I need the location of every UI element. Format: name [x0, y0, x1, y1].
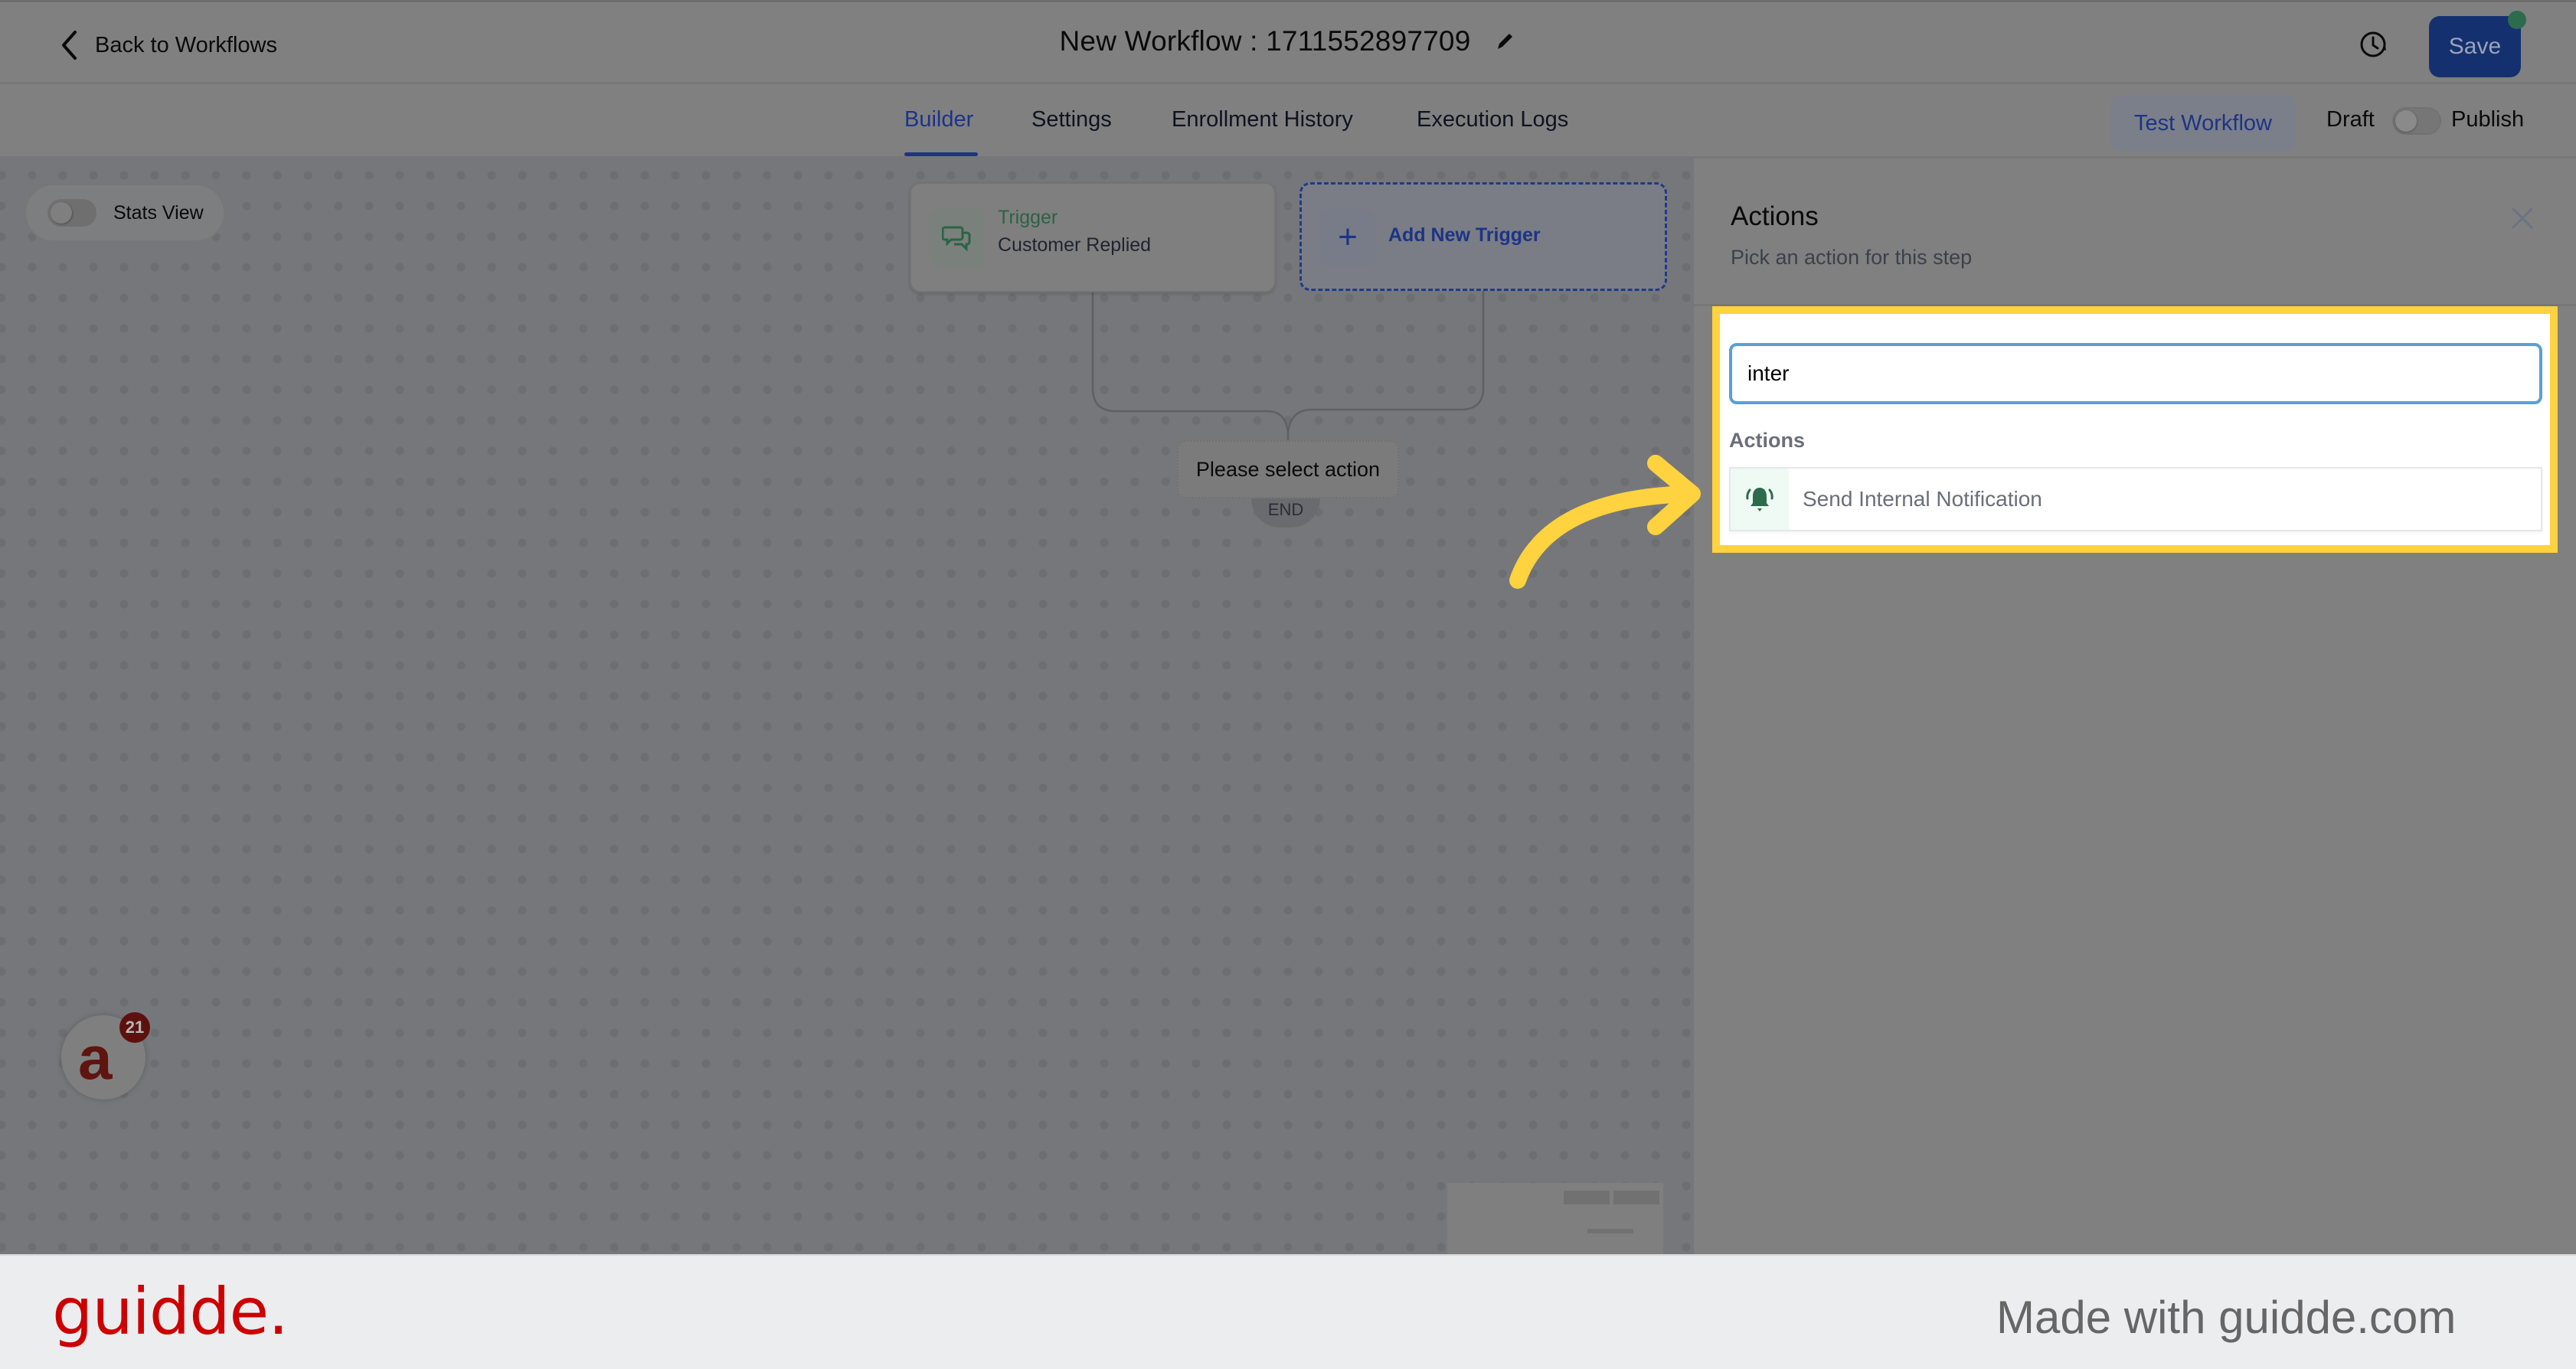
- tab-builder[interactable]: Builder: [904, 107, 973, 132]
- panel-title: Actions: [1731, 201, 1819, 231]
- action-icon-container: [1731, 469, 1789, 530]
- minimap[interactable]: [1447, 1183, 1663, 1254]
- plus-icon: +: [1320, 209, 1375, 266]
- guidde-logo: guidde.: [52, 1274, 289, 1349]
- test-workflow-button[interactable]: Test Workflow: [2110, 95, 2296, 152]
- top-header: Back to Workflows New Workflow : 1711552…: [0, 0, 2576, 84]
- action-search-input[interactable]: [1729, 343, 2542, 404]
- publish-toggle[interactable]: [2392, 107, 2441, 135]
- highlighted-search-area: Actions Send Internal Notification: [1712, 306, 2558, 553]
- pencil-icon[interactable]: [1493, 30, 1516, 53]
- active-tab-indicator: [904, 152, 978, 156]
- save-label: Save: [2448, 34, 2502, 59]
- workflow-canvas[interactable]: Stats View Trigger Customer Replied + Ad…: [0, 158, 1694, 1254]
- save-button[interactable]: Save: [2429, 11, 2526, 77]
- guidde-footer: guidde. Made with guidde.com: [0, 1254, 2576, 1369]
- close-icon[interactable]: [2507, 203, 2538, 234]
- chat-bubbles-icon: [942, 226, 971, 252]
- minimap-node: [1613, 1191, 1659, 1204]
- toggle-knob: [2395, 110, 2417, 132]
- guide-arrow-icon: [1509, 455, 1701, 589]
- minimap-node: [1564, 1191, 1610, 1204]
- action-label: Send Internal Notification: [1803, 487, 2042, 511]
- workflow-title-bar: New Workflow : 1711552897709: [0, 25, 2576, 57]
- tab-execution-logs[interactable]: Execution Logs: [1417, 107, 1568, 132]
- workflow-connectors: [1091, 291, 1485, 440]
- publish-label: Publish: [2451, 107, 2525, 132]
- draft-label: Draft: [2326, 107, 2375, 132]
- tab-bar: Builder Settings Enrollment History Exec…: [0, 84, 2576, 158]
- select-action-node[interactable]: Please select action: [1177, 440, 1399, 498]
- bell-ringing-icon: [1746, 488, 1773, 511]
- trigger-event-label: Customer Replied: [998, 234, 1152, 256]
- notification-badge: 21: [119, 1012, 150, 1043]
- trigger-type-label: Trigger: [998, 207, 1058, 228]
- tab-enrollment-history[interactable]: Enrollment History: [1172, 107, 1353, 132]
- trigger-icon-container: [930, 208, 985, 268]
- tab-settings[interactable]: Settings: [1031, 107, 1112, 132]
- clock-history-icon[interactable]: [2357, 28, 2391, 61]
- panel-subtitle: Pick an action for this step: [1731, 246, 1973, 269]
- chat-widget-logo-icon: a: [78, 1024, 113, 1092]
- action-result-send-internal-notification[interactable]: Send Internal Notification: [1729, 467, 2542, 531]
- add-new-trigger-label: Add New Trigger: [1388, 224, 1541, 246]
- workflow-title: New Workflow : 1711552897709: [1059, 25, 1471, 57]
- actions-panel: Actions Pick an action for this step Act…: [1694, 158, 2576, 1254]
- minimap-node: [1587, 1229, 1633, 1233]
- unsaved-indicator-dot: [2508, 11, 2526, 29]
- results-section-label: Actions: [1729, 429, 1806, 452]
- made-with-guidde-text: Made with guidde.com: [1996, 1292, 2457, 1343]
- add-new-trigger-button[interactable]: + Add New Trigger: [1299, 182, 1667, 291]
- trigger-node[interactable]: Trigger Customer Replied: [910, 182, 1276, 292]
